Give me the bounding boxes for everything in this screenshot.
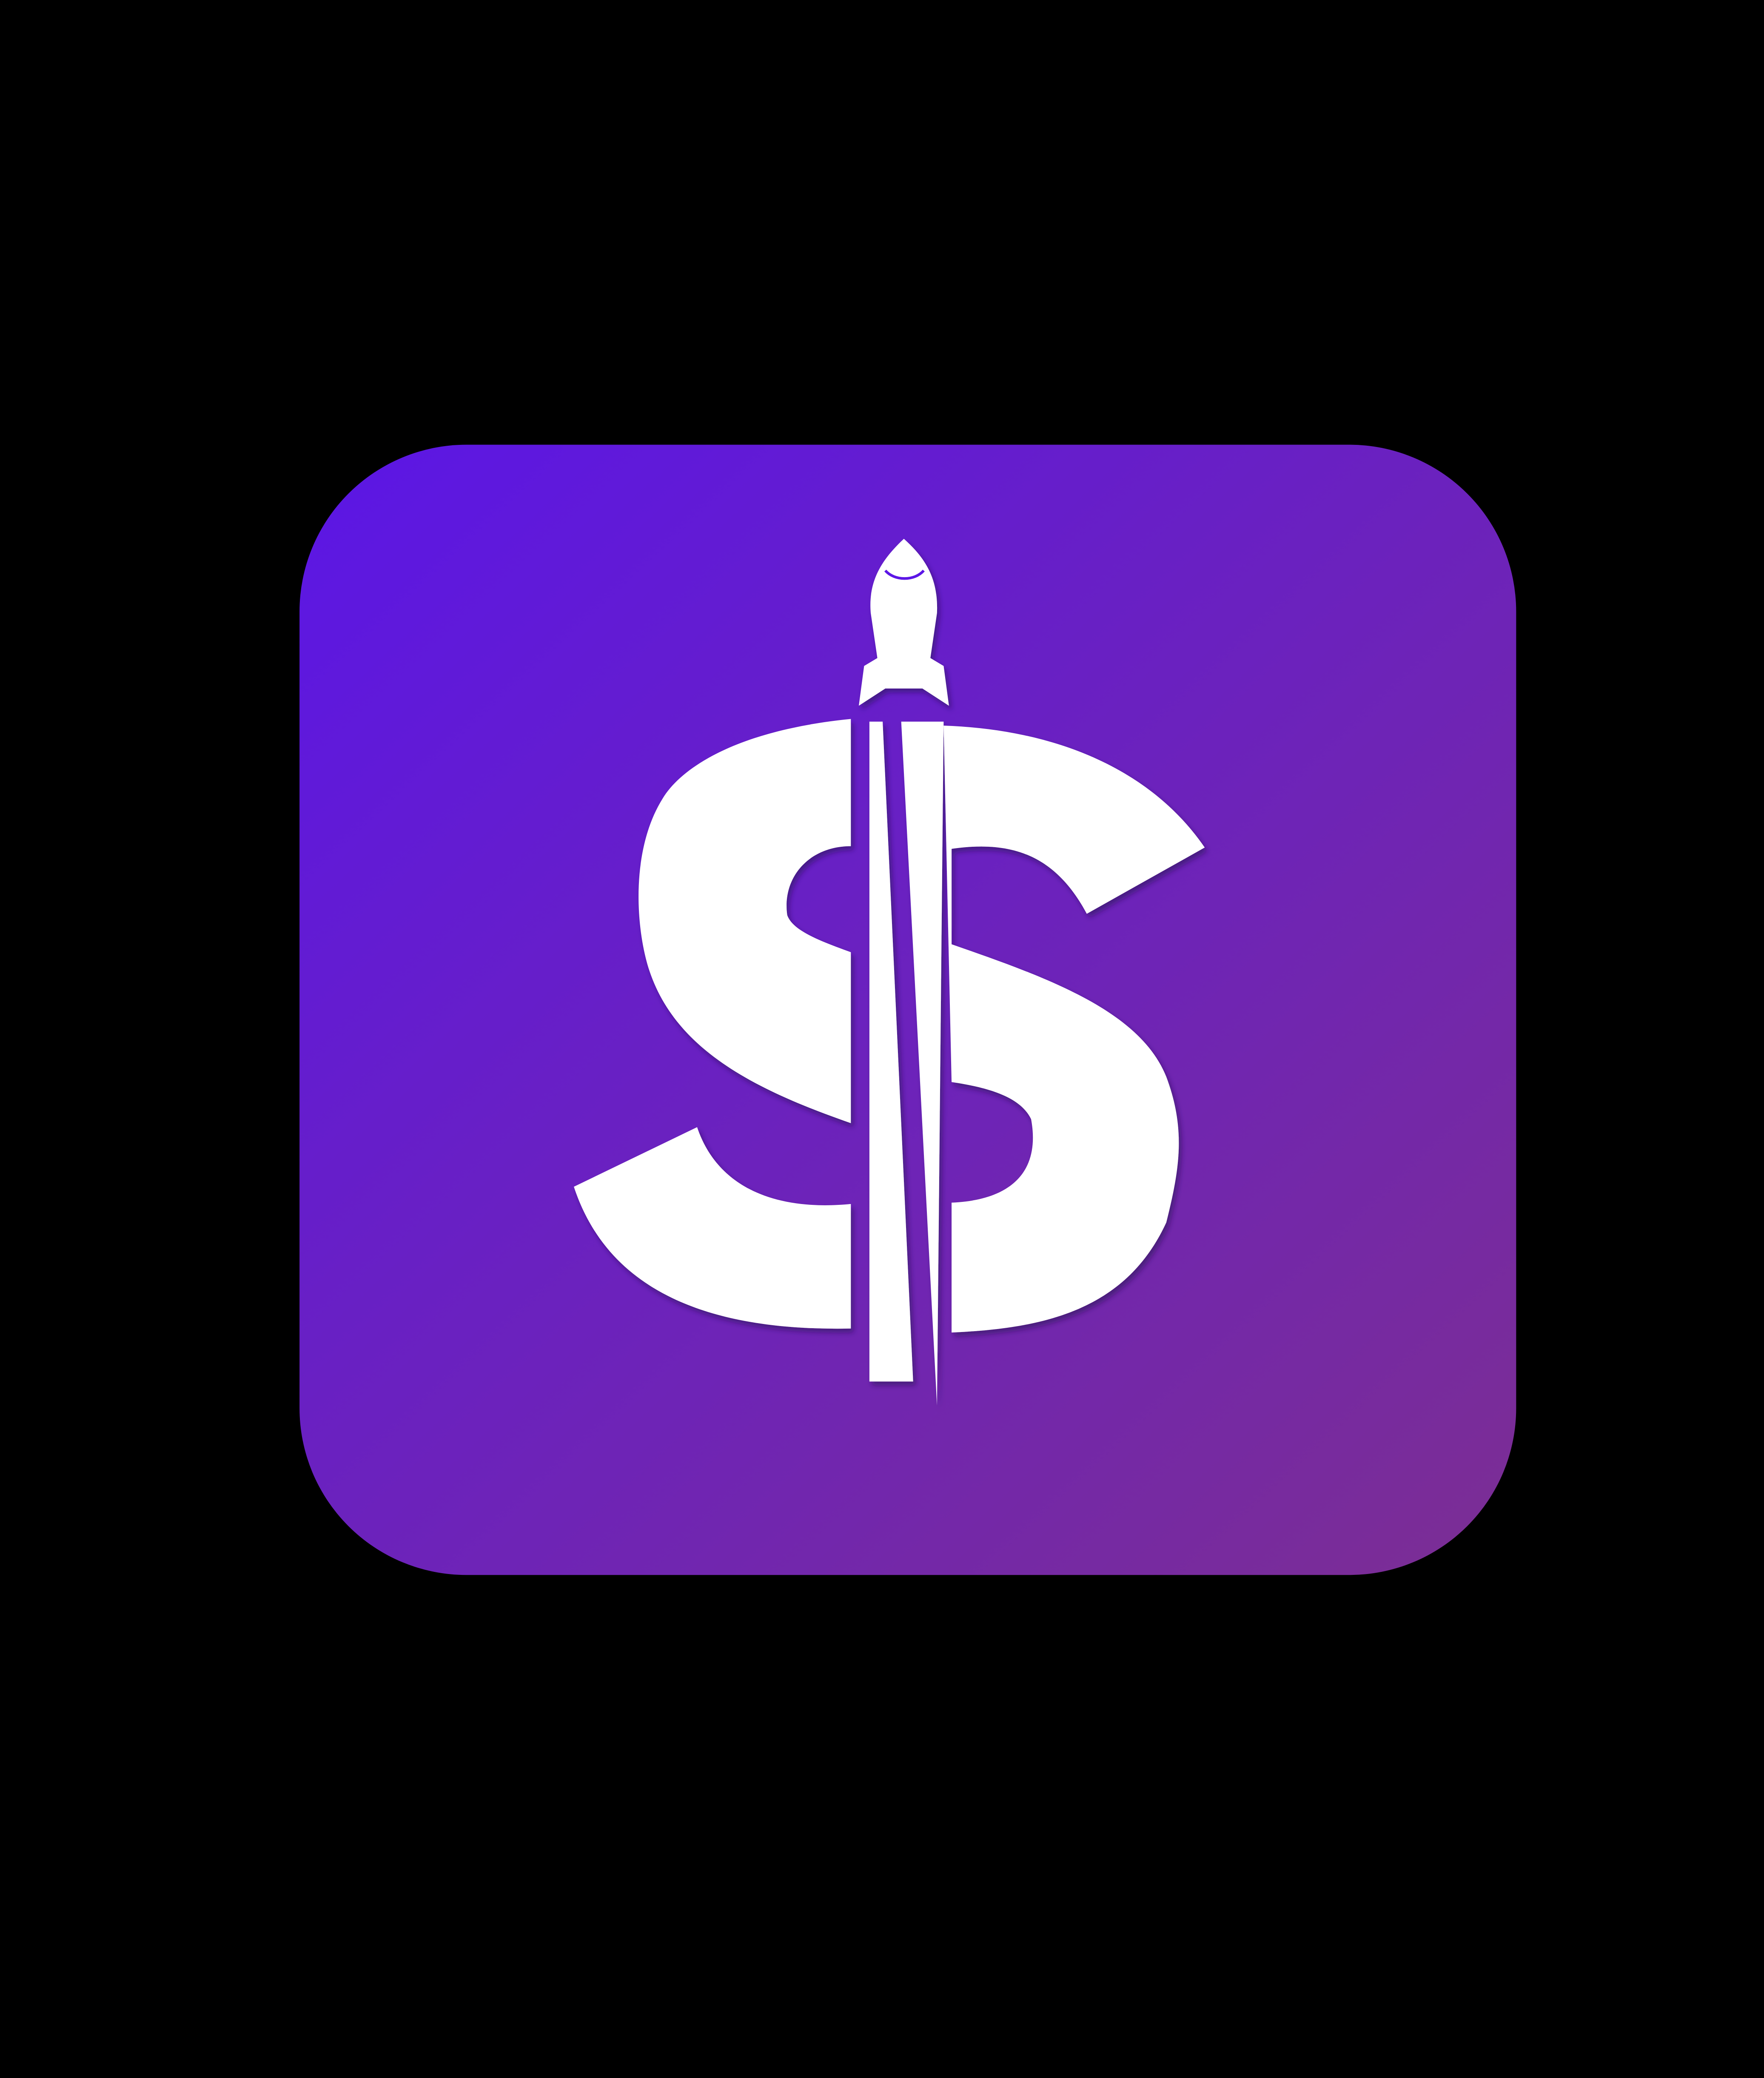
- app-icon-canvas: [0, 0, 1764, 2078]
- dollar-rocket-logo: [299, 444, 1516, 1575]
